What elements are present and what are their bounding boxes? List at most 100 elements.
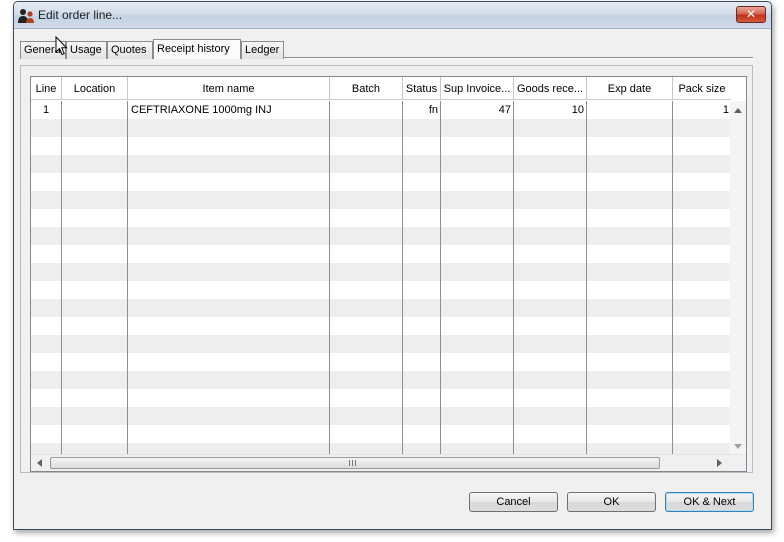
ok-next-button[interactable]: OK & Next xyxy=(665,492,754,512)
empty-table-row[interactable] xyxy=(31,155,731,173)
scroll-right-icon[interactable] xyxy=(717,459,722,467)
empty-cell xyxy=(403,155,441,173)
column-header-item-name[interactable]: Item name xyxy=(128,77,330,100)
column-header-exp-date[interactable]: Exp date xyxy=(587,77,673,100)
empty-table-row[interactable] xyxy=(31,245,731,263)
empty-table-row[interactable] xyxy=(31,389,731,407)
empty-cell xyxy=(403,389,441,407)
title-bar: Edit order line... ✕ xyxy=(14,2,771,29)
empty-cell xyxy=(587,425,673,443)
scroll-grip-icon xyxy=(349,460,356,466)
empty-cell xyxy=(403,317,441,335)
empty-cell xyxy=(330,173,403,191)
empty-table-row[interactable] xyxy=(31,191,731,209)
empty-cell xyxy=(62,191,128,209)
column-header-pack-size[interactable]: Pack size xyxy=(673,77,731,100)
empty-table-row[interactable] xyxy=(31,227,731,245)
table-row[interactable]: 1 CEFTRIAXONE 1000mg INJ fn 47 10 1 xyxy=(31,101,731,119)
column-header-line[interactable]: Line xyxy=(31,77,62,100)
vertical-scrollbar[interactable] xyxy=(730,101,746,455)
empty-cell xyxy=(673,209,731,227)
scroll-up-icon[interactable] xyxy=(734,108,742,113)
empty-table-row[interactable] xyxy=(31,173,731,191)
empty-cell xyxy=(330,371,403,389)
empty-cell xyxy=(330,281,403,299)
tab-receipt-history[interactable]: Receipt history xyxy=(153,39,241,59)
empty-cell xyxy=(31,371,62,389)
empty-table-row[interactable] xyxy=(31,209,731,227)
tab-ledger[interactable]: Ledger xyxy=(241,41,284,59)
cell-goods-received: 10 xyxy=(514,101,587,119)
column-header-sup-invoice[interactable]: Sup Invoice... xyxy=(441,77,514,100)
empty-cell xyxy=(441,353,514,371)
empty-cell xyxy=(673,173,731,191)
close-button[interactable]: ✕ xyxy=(736,6,766,23)
empty-cell xyxy=(330,317,403,335)
scroll-left-icon[interactable] xyxy=(37,459,42,467)
cell-status: fn xyxy=(403,101,441,119)
empty-table-row[interactable] xyxy=(31,281,731,299)
empty-cell xyxy=(62,137,128,155)
empty-table-row[interactable] xyxy=(31,299,731,317)
tab-quotes[interactable]: Quotes xyxy=(107,41,153,59)
empty-cell xyxy=(673,371,731,389)
empty-cell xyxy=(441,407,514,425)
empty-cell xyxy=(128,119,330,137)
empty-cell xyxy=(128,137,330,155)
horizontal-scroll-thumb[interactable] xyxy=(50,457,660,469)
column-header-location[interactable]: Location xyxy=(62,77,128,100)
empty-cell xyxy=(587,281,673,299)
column-header-goods-received[interactable]: Goods rece... xyxy=(514,77,587,100)
empty-cell xyxy=(673,191,731,209)
empty-cell xyxy=(31,353,62,371)
empty-cell xyxy=(31,173,62,191)
empty-cell xyxy=(441,155,514,173)
empty-table-row[interactable] xyxy=(31,335,731,353)
empty-cell xyxy=(403,425,441,443)
empty-table-row[interactable] xyxy=(31,425,731,443)
empty-cell xyxy=(62,317,128,335)
empty-cell xyxy=(128,407,330,425)
users-icon xyxy=(18,9,34,23)
column-header-batch[interactable]: Batch xyxy=(330,77,403,100)
empty-cell xyxy=(514,317,587,335)
empty-table-row[interactable] xyxy=(31,119,731,137)
empty-cell xyxy=(62,335,128,353)
empty-table-row[interactable] xyxy=(31,371,731,389)
edit-order-line-dialog: Edit order line... ✕ General Usage Quote… xyxy=(13,1,772,530)
empty-table-row[interactable] xyxy=(31,353,731,371)
scroll-down-icon[interactable] xyxy=(734,444,742,449)
empty-cell xyxy=(62,425,128,443)
empty-table-row[interactable] xyxy=(31,317,731,335)
empty-cell xyxy=(403,281,441,299)
cell-location xyxy=(62,101,128,119)
close-icon: ✕ xyxy=(745,7,757,21)
empty-cell xyxy=(441,335,514,353)
empty-cell xyxy=(587,227,673,245)
tab-usage[interactable]: Usage xyxy=(66,41,107,59)
empty-cell xyxy=(330,263,403,281)
empty-cell xyxy=(514,155,587,173)
empty-cell xyxy=(31,227,62,245)
empty-cell xyxy=(441,299,514,317)
empty-cell xyxy=(441,245,514,263)
empty-table-row[interactable] xyxy=(31,137,731,155)
empty-cell xyxy=(514,209,587,227)
column-header-status[interactable]: Status xyxy=(403,77,441,100)
empty-cell xyxy=(31,407,62,425)
empty-cell xyxy=(441,137,514,155)
empty-cell xyxy=(31,137,62,155)
empty-cell xyxy=(330,209,403,227)
empty-table-row[interactable] xyxy=(31,263,731,281)
ok-button[interactable]: OK xyxy=(567,492,656,512)
receipt-history-table[interactable]: Line Location Item name Batch Status Sup… xyxy=(30,76,747,472)
empty-cell xyxy=(31,425,62,443)
empty-cell xyxy=(330,425,403,443)
empty-cell xyxy=(62,281,128,299)
empty-cell xyxy=(330,137,403,155)
horizontal-scrollbar[interactable] xyxy=(31,454,746,471)
empty-cell xyxy=(673,407,731,425)
empty-table-row[interactable] xyxy=(31,407,731,425)
cancel-button[interactable]: Cancel xyxy=(469,492,558,512)
empty-cell xyxy=(514,263,587,281)
